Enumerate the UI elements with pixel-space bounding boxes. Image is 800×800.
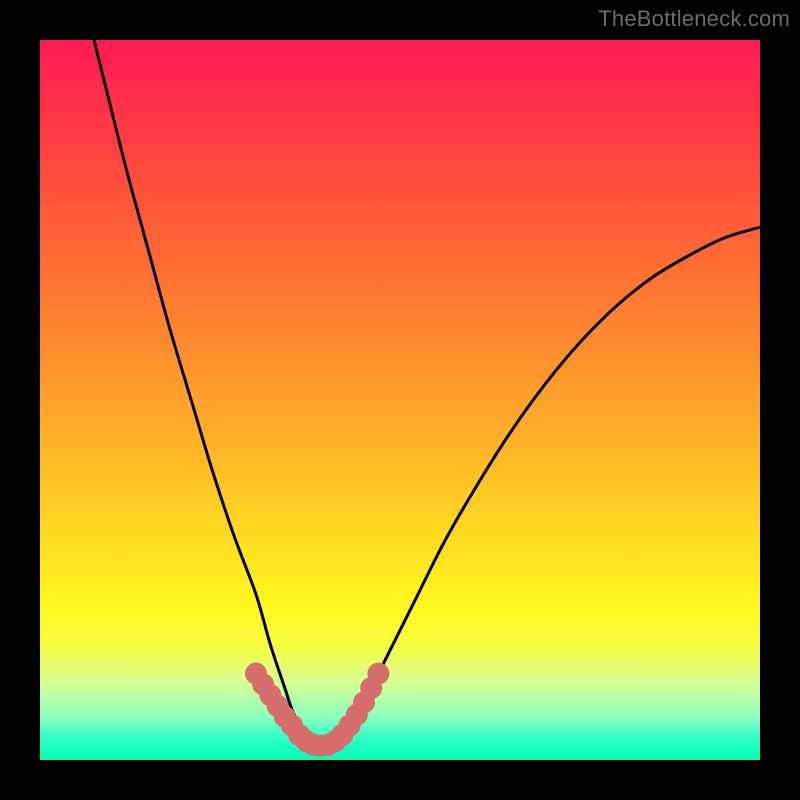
- chart-frame: TheBottleneck.com: [0, 0, 800, 800]
- marker-dot: [367, 663, 389, 685]
- watermark-text: TheBottleneck.com: [598, 6, 790, 32]
- curve-markers: [245, 663, 389, 757]
- curve-layer: [40, 40, 760, 760]
- bottleneck-curve: [40, 0, 760, 746]
- plot-area: [40, 40, 760, 760]
